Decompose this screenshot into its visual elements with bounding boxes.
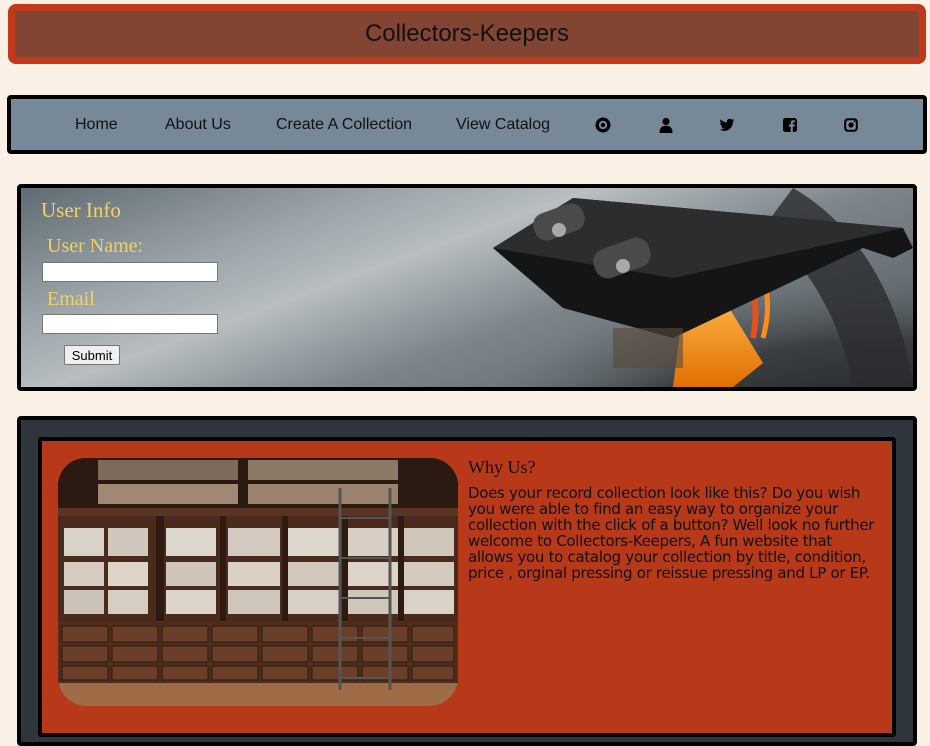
username-input[interactable] xyxy=(42,262,218,282)
why-us-section: Why Us? Does your record collection look… xyxy=(17,416,917,746)
why-us-description: Does your record collection look like th… xyxy=(468,484,875,582)
instagram-icon[interactable] xyxy=(843,117,859,133)
facebook-icon[interactable] xyxy=(782,117,798,133)
nav-link-view-catalog[interactable]: View Catalog xyxy=(456,99,550,150)
record-shelves-photo xyxy=(58,458,458,706)
nav-link-create-collection[interactable]: Create A Collection xyxy=(276,99,412,150)
turntable-cartridge-image xyxy=(433,188,913,387)
why-us-card: Why Us? Does your record collection look… xyxy=(38,437,896,737)
user-icon[interactable] xyxy=(658,117,674,133)
submit-button[interactable]: Submit xyxy=(64,345,120,365)
record-icon[interactable] xyxy=(595,117,611,133)
site-header: Collectors-Keepers xyxy=(8,4,926,64)
email-label: Email xyxy=(47,288,95,310)
why-us-title: Why Us? xyxy=(468,457,536,477)
site-header-inner: Collectors-Keepers xyxy=(15,11,919,57)
username-label: User Name: xyxy=(47,235,144,257)
nav-link-about-us[interactable]: About Us xyxy=(165,99,231,150)
site-title: Collectors-Keepers xyxy=(364,20,570,47)
twitter-icon[interactable] xyxy=(719,117,735,133)
user-info-title: User Info xyxy=(41,198,121,222)
main-navbar: Home About Us Create A Collection View C… xyxy=(7,95,927,154)
email-input[interactable] xyxy=(42,314,218,334)
user-info-panel: User Info User Name: Email Submit xyxy=(17,184,917,391)
nav-link-home[interactable]: Home xyxy=(75,99,118,150)
